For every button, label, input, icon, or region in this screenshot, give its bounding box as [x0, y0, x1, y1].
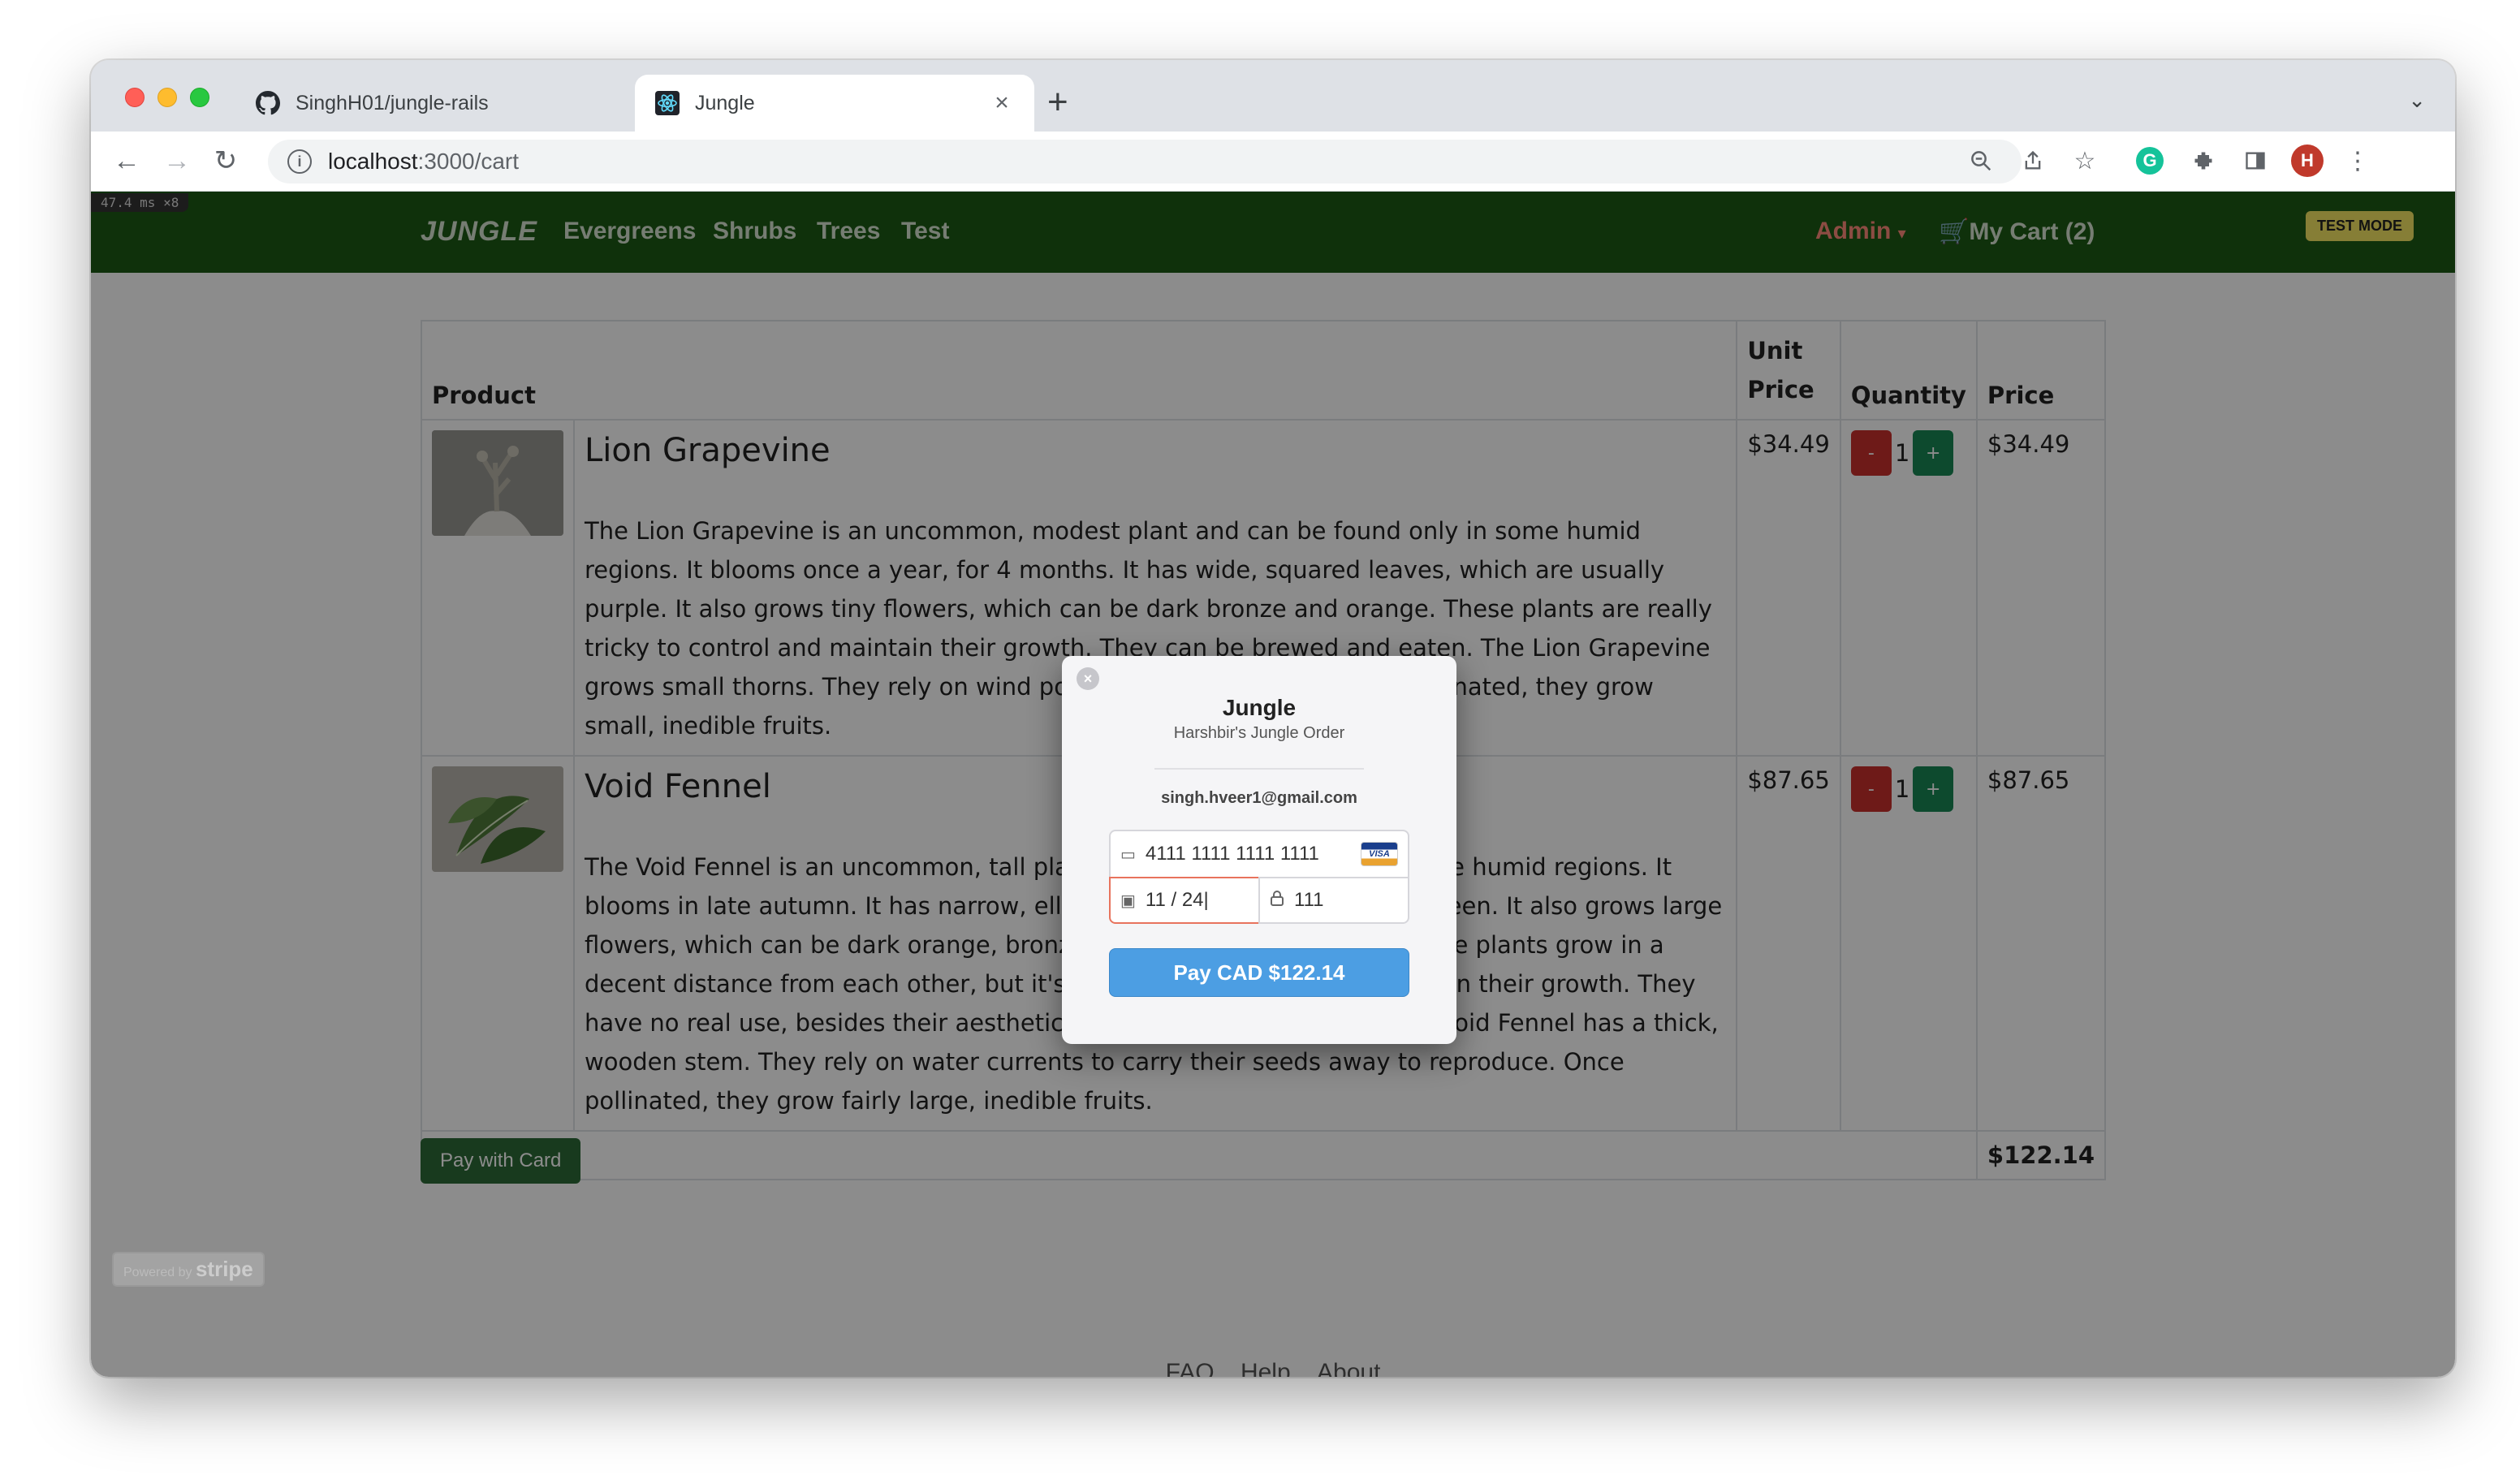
pay-button[interactable]: Pay CAD $122.14: [1109, 948, 1409, 997]
github-icon: [255, 90, 281, 116]
tab-search-chevron-icon[interactable]: ⌄: [2408, 88, 2426, 113]
side-panel-icon[interactable]: [2237, 143, 2273, 179]
new-tab-icon[interactable]: +: [1047, 84, 1068, 120]
calendar-icon: ▣: [1120, 891, 1136, 910]
powered-by-stripe-badge[interactable]: Powered by stripe: [112, 1252, 265, 1287]
close-window-button[interactable]: [125, 88, 145, 107]
site-info-icon[interactable]: i: [287, 149, 312, 174]
extensions-icon[interactable]: [2186, 143, 2221, 179]
zoom-icon[interactable]: [1963, 143, 1999, 179]
browser-window: SinghH01/jungle-rails × Jungle × + ⌄ ← →…: [91, 60, 2455, 1377]
visa-card-icon: VISA: [1361, 842, 1398, 866]
minimize-window-button[interactable]: [158, 88, 177, 107]
checkout-title: Jungle: [1222, 695, 1297, 720]
browser-toolbar: ← → ↻ i localhost:3000/cart ☆ G H ⋮: [91, 132, 2455, 192]
url-host: localhost: [328, 149, 418, 174]
expiry-value: 11 / 24: [1145, 889, 1204, 911]
close-tab-icon[interactable]: ×: [989, 89, 1015, 117]
cvc-value: 111: [1294, 889, 1324, 911]
card-number-field[interactable]: ▭ 4111 1111 1111 1111 VISA: [1109, 830, 1409, 878]
address-bar[interactable]: i localhost:3000/cart: [268, 140, 2022, 183]
url-path: :3000/cart: [417, 149, 520, 174]
expiry-field[interactable]: ▣ 11 / 24 |: [1109, 877, 1260, 924]
divider: [1154, 768, 1364, 770]
forward-arrow-icon[interactable]: →: [158, 141, 196, 180]
lock-icon: [1270, 890, 1284, 911]
checkout-email[interactable]: singh.hveer1@gmail.com: [1062, 789, 1456, 808]
checkout-subtitle: Harshbir's Jungle Order: [1173, 724, 1345, 742]
share-icon[interactable]: [2015, 143, 2051, 179]
maximize-window-button[interactable]: [190, 88, 209, 107]
tab-label: SinghH01/jungle-rails: [296, 91, 489, 114]
bookmark-star-icon[interactable]: ☆: [2067, 143, 2103, 179]
web-page: 47.4 ms ×8 JUNGLE Evergreens Shrubs Tree…: [91, 192, 2455, 1377]
react-icon: [654, 90, 680, 116]
tab-label: Jungle: [695, 91, 755, 114]
close-icon[interactable]: ×: [1077, 667, 1099, 690]
card-number-value: 4111 1111 1111 1111: [1145, 843, 1319, 865]
tab-jungle[interactable]: Jungle ×: [635, 75, 1034, 132]
avatar[interactable]: H: [2289, 143, 2325, 179]
back-arrow-icon[interactable]: ←: [107, 141, 146, 180]
tab-strip: SinghH01/jungle-rails × Jungle × + ⌄: [91, 60, 2455, 132]
stripe-checkout-modal: × Jungle Harshbir's Jungle Order singh.h…: [1062, 656, 1456, 1044]
reload-icon[interactable]: ↻: [206, 141, 245, 180]
grammarly-icon[interactable]: G: [2132, 143, 2168, 179]
kebab-menu-icon[interactable]: ⋮: [2340, 143, 2375, 179]
cvc-field[interactable]: 111: [1258, 877, 1409, 924]
credit-card-icon: ▭: [1120, 845, 1136, 864]
